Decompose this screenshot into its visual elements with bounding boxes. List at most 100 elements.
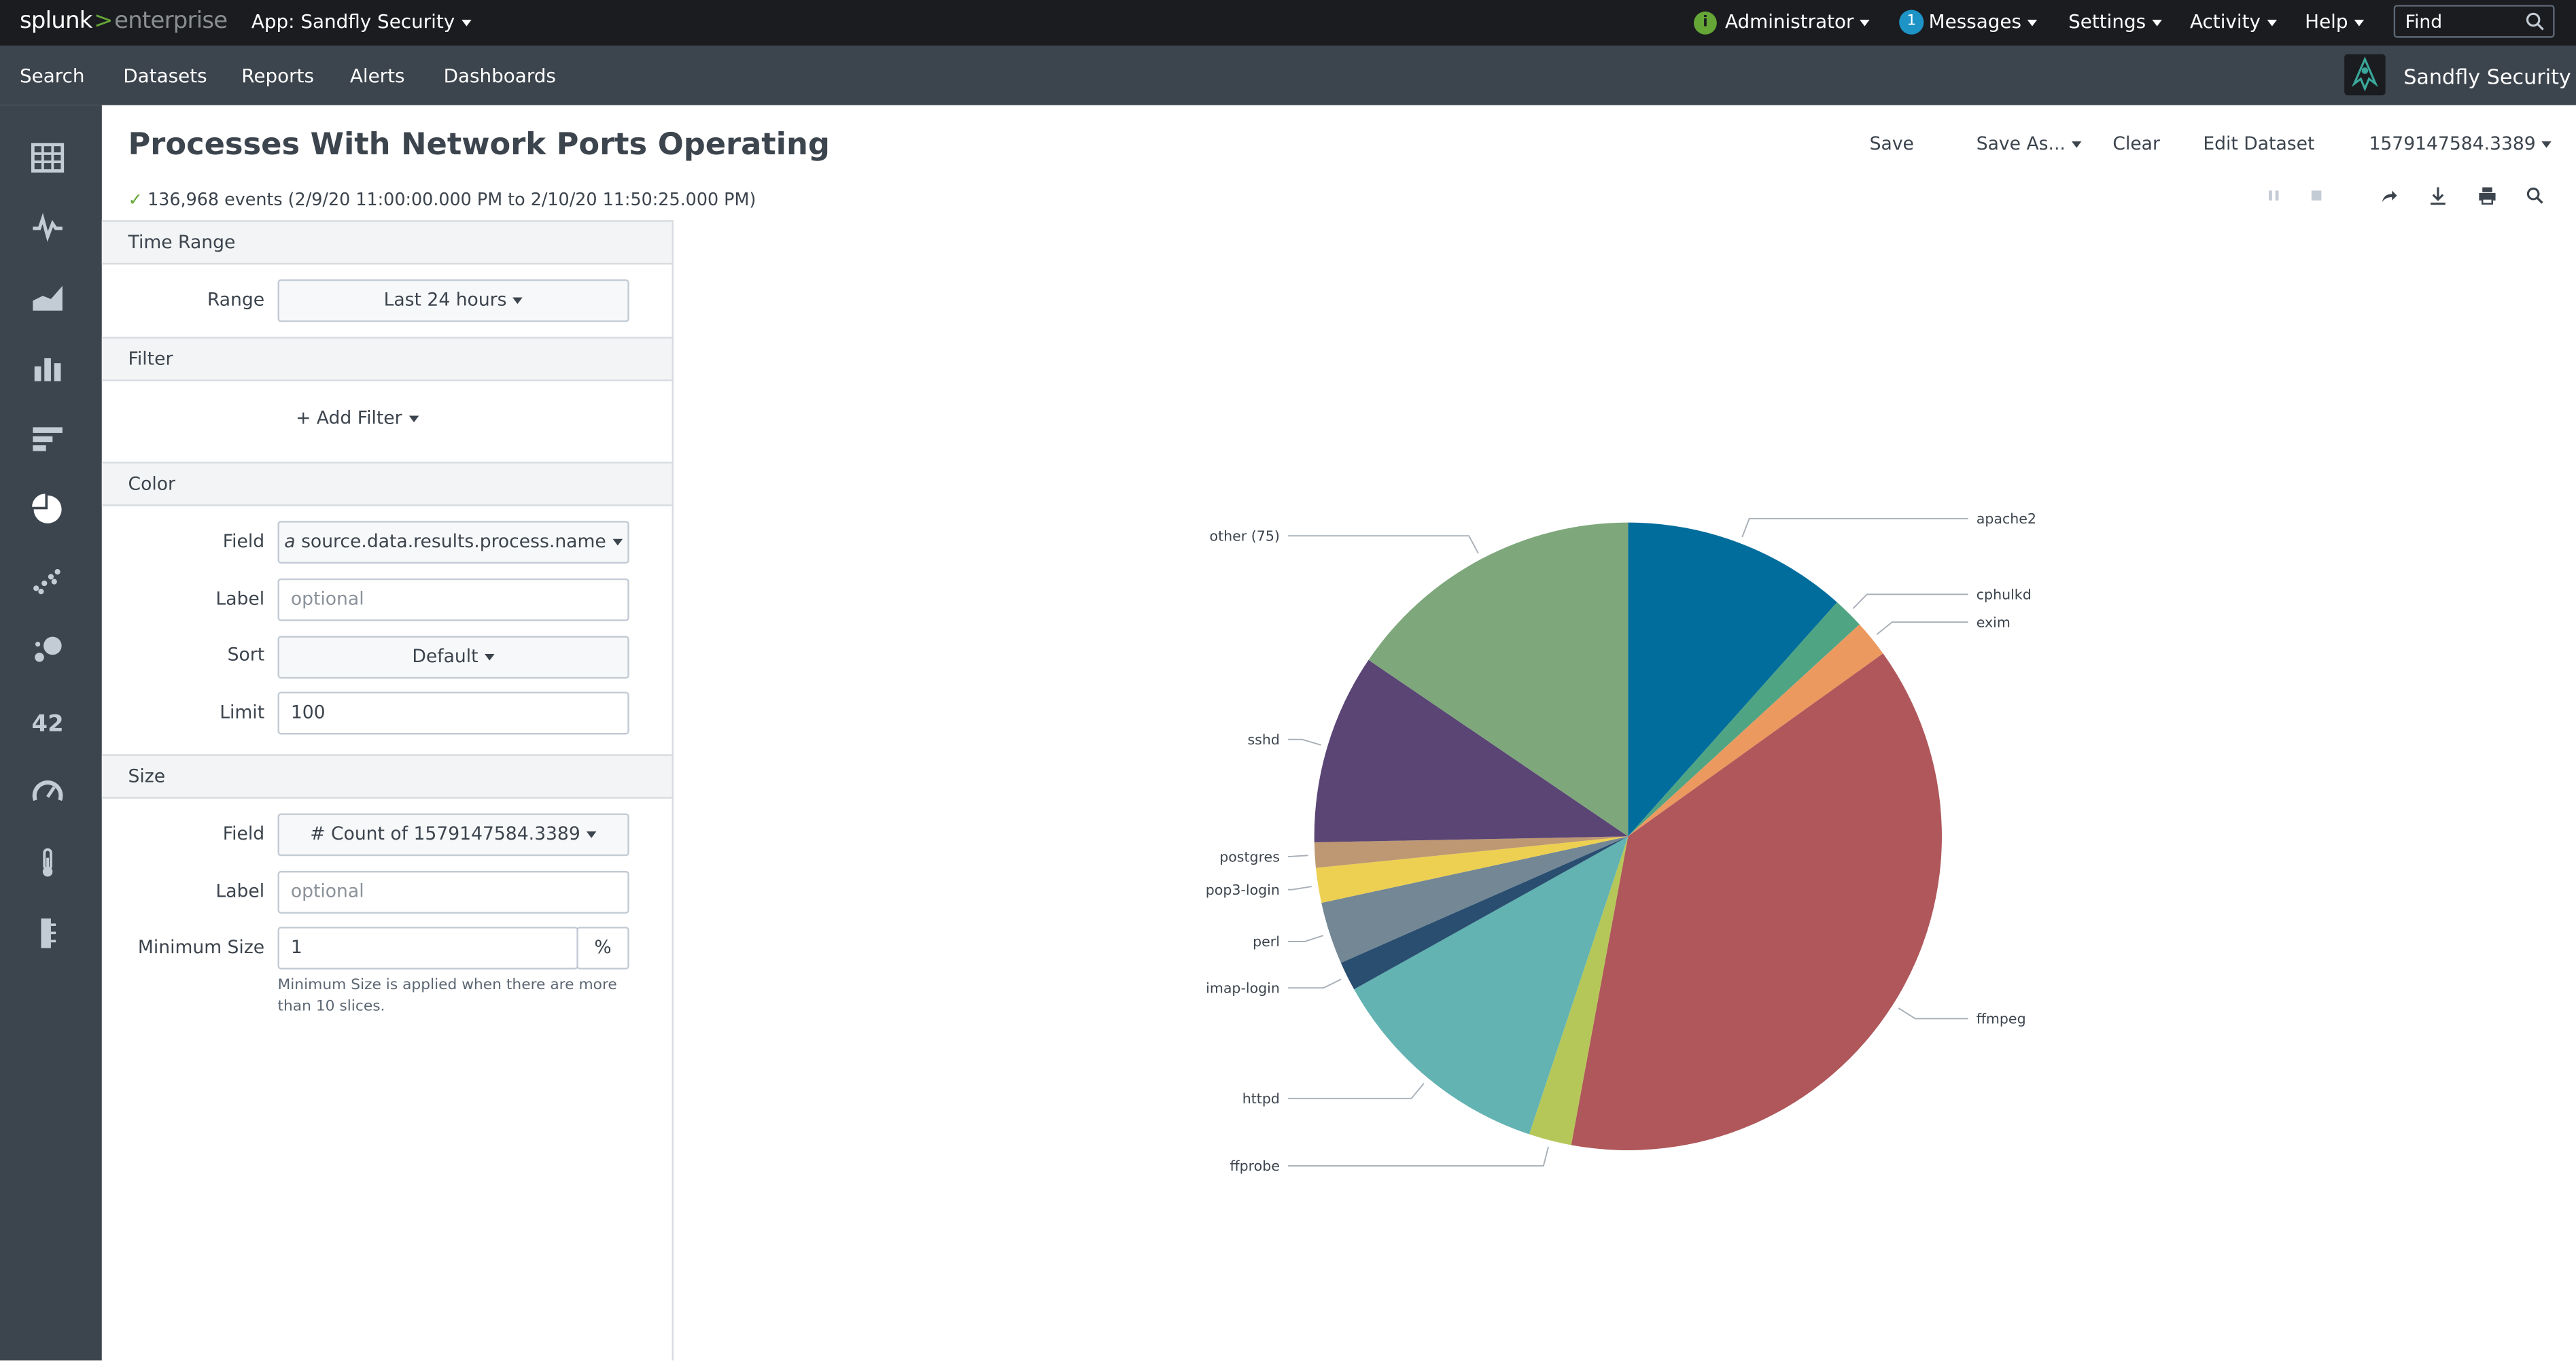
page-title: Processes With Network Ports Operating (128, 128, 830, 163)
pie-label-ffmpeg: ffmpeg (1977, 1011, 2026, 1027)
scatter-chart-icon[interactable] (31, 564, 64, 596)
color-label-label: Label (215, 588, 265, 610)
pie-leader-line-postgres (1287, 855, 1308, 857)
pie-leader-line-httpd (1287, 1082, 1425, 1099)
size-heading: Size (101, 754, 672, 799)
pie-leader-line-ffprobe (1287, 1146, 1550, 1167)
add-filter-label: + Add Filter (296, 407, 402, 429)
pie-chart-icon[interactable] (31, 493, 64, 526)
pie-label-pop3-login: pop3-login (1206, 882, 1280, 898)
column-chart-icon[interactable] (31, 351, 64, 384)
area-chart-icon[interactable] (31, 281, 64, 313)
help-menu[interactable]: Help (2305, 10, 2365, 33)
pie-leader-line-cphulkd (1852, 593, 1968, 609)
dataset-menu[interactable]: 1579147584.3389 (2369, 133, 2552, 154)
min-size-help: Minimum Size is applied when there are m… (277, 978, 617, 1015)
chevron-down-icon (612, 538, 623, 546)
sort-value: Default (412, 645, 478, 668)
dataset-id-label: 1579147584.3389 (2369, 133, 2536, 155)
print-icon[interactable] (2477, 186, 2497, 205)
color-heading: Color (101, 462, 672, 506)
app-logo-icon (2344, 54, 2386, 96)
export-icon[interactable] (2428, 186, 2448, 205)
share-icon[interactable] (2379, 186, 2399, 205)
help-label: Help (2305, 10, 2348, 33)
time-range-heading: Time Range (101, 220, 672, 265)
pie-leader-line-imap-login (1287, 978, 1342, 989)
pie-leader-line-pop3-login (1287, 886, 1312, 891)
find-input[interactable]: Find (2393, 5, 2555, 38)
pie-label-postgres: postgres (1219, 848, 1280, 865)
chevron-down-icon (2267, 18, 2278, 26)
messages-count-badge: 1 (1899, 10, 1924, 35)
filler-gauge-icon[interactable] (31, 846, 64, 879)
nav-reports[interactable]: Reports (241, 64, 314, 87)
administrator-label: Administrator (1724, 10, 1854, 33)
format-panel: Time Range Range Last 24 hours Filter + … (101, 220, 674, 1361)
stop-icon[interactable] (2307, 186, 2327, 205)
chevron-down-icon (408, 415, 419, 423)
color-field-picker[interactable]: a source.data.results.process.name (277, 521, 629, 564)
marker-gauge-icon[interactable] (31, 917, 64, 950)
color-label-input[interactable]: optional (277, 578, 629, 621)
pie-chart: apache2 cphulkd exim ffmpeg other (75) sshd po… (1206, 511, 2036, 1174)
activity-menu[interactable]: Activity (2189, 10, 2278, 33)
chevron-down-icon (2542, 141, 2552, 148)
app-menu[interactable]: App: Sandfly Security (251, 10, 472, 33)
size-label-label: Label (215, 880, 265, 902)
visualization-rail: 42 (0, 105, 102, 1361)
chevron-down-icon (2152, 18, 2163, 26)
pie-leader-line-other-75 (1287, 535, 1479, 554)
bubble-chart-icon[interactable] (31, 634, 64, 667)
time-range-picker[interactable]: Last 24 hours (277, 279, 629, 322)
pie-label-httpd: httpd (1242, 1090, 1280, 1107)
messages-menu[interactable]: 1 Messages (1899, 10, 2038, 35)
pie-label-other-75: other (75) (1210, 528, 1280, 544)
min-size-label: Minimum Size (137, 936, 265, 959)
time-range-heading-text: Time Range (128, 231, 236, 254)
app-name: Sandfly Security (2403, 64, 2571, 89)
pie-label-cphulkd: cphulkd (1977, 587, 2032, 603)
clear-button[interactable]: Clear (2112, 133, 2160, 154)
inspect-search-icon[interactable] (2525, 186, 2545, 205)
radial-gauge-icon[interactable] (31, 776, 64, 808)
pie-label-sshd: sshd (1247, 731, 1279, 748)
save-button[interactable]: Save (1870, 133, 1914, 154)
size-field-picker[interactable]: # Count of 1579147584.3389 (277, 813, 629, 857)
chevron-down-icon (2027, 18, 2038, 26)
pie-label-perl: perl (1253, 933, 1280, 950)
add-filter-button[interactable]: + Add Filter (296, 407, 419, 429)
nav-datasets[interactable]: Datasets (123, 64, 207, 87)
activity-label: Activity (2189, 10, 2261, 33)
size-field-value: # Count of 1579147584.3389 (310, 823, 580, 845)
nav-dashboards[interactable]: Dashboards (444, 64, 556, 87)
nav-search[interactable]: Search (20, 64, 85, 87)
chevron-down-icon (485, 654, 495, 661)
pie-label-exim: exim (1977, 614, 2011, 630)
pause-icon[interactable] (2264, 186, 2284, 205)
messages-label: Messages (1928, 10, 2022, 33)
app-nav-bar: Search Datasets Reports Alerts Dashboard… (0, 46, 2576, 105)
logo-separator: > (94, 8, 113, 35)
size-heading-text: Size (128, 765, 166, 787)
save-as-label: Save As... (1976, 133, 2066, 155)
chevron-down-icon (2354, 18, 2365, 26)
sort-picker[interactable]: Default (277, 636, 629, 679)
nav-alerts[interactable]: Alerts (350, 64, 405, 87)
pie-label-imap-login: imap-login (1206, 980, 1280, 996)
administrator-menu[interactable]: i Administrator (1694, 10, 1870, 34)
bar-chart-icon[interactable] (31, 422, 64, 455)
chevron-down-icon (2072, 141, 2083, 148)
edit-dataset-button[interactable]: Edit Dataset (2203, 133, 2314, 154)
save-as-button[interactable]: Save As... (1976, 133, 2083, 155)
line-chart-icon[interactable] (31, 210, 64, 243)
single-value-icon[interactable]: 42 (31, 705, 64, 738)
limit-input[interactable]: 100 (277, 691, 629, 735)
splunk-logo[interactable]: splunk > enterprise (20, 8, 228, 35)
table-icon[interactable] (31, 141, 65, 174)
min-size-input[interactable]: 1 (277, 927, 578, 970)
settings-menu[interactable]: Settings (2068, 10, 2163, 33)
pie-leader-line-apache2 (1741, 517, 1968, 538)
time-range-value: Last 24 hours (383, 289, 507, 311)
size-label-input[interactable]: optional (277, 871, 629, 914)
